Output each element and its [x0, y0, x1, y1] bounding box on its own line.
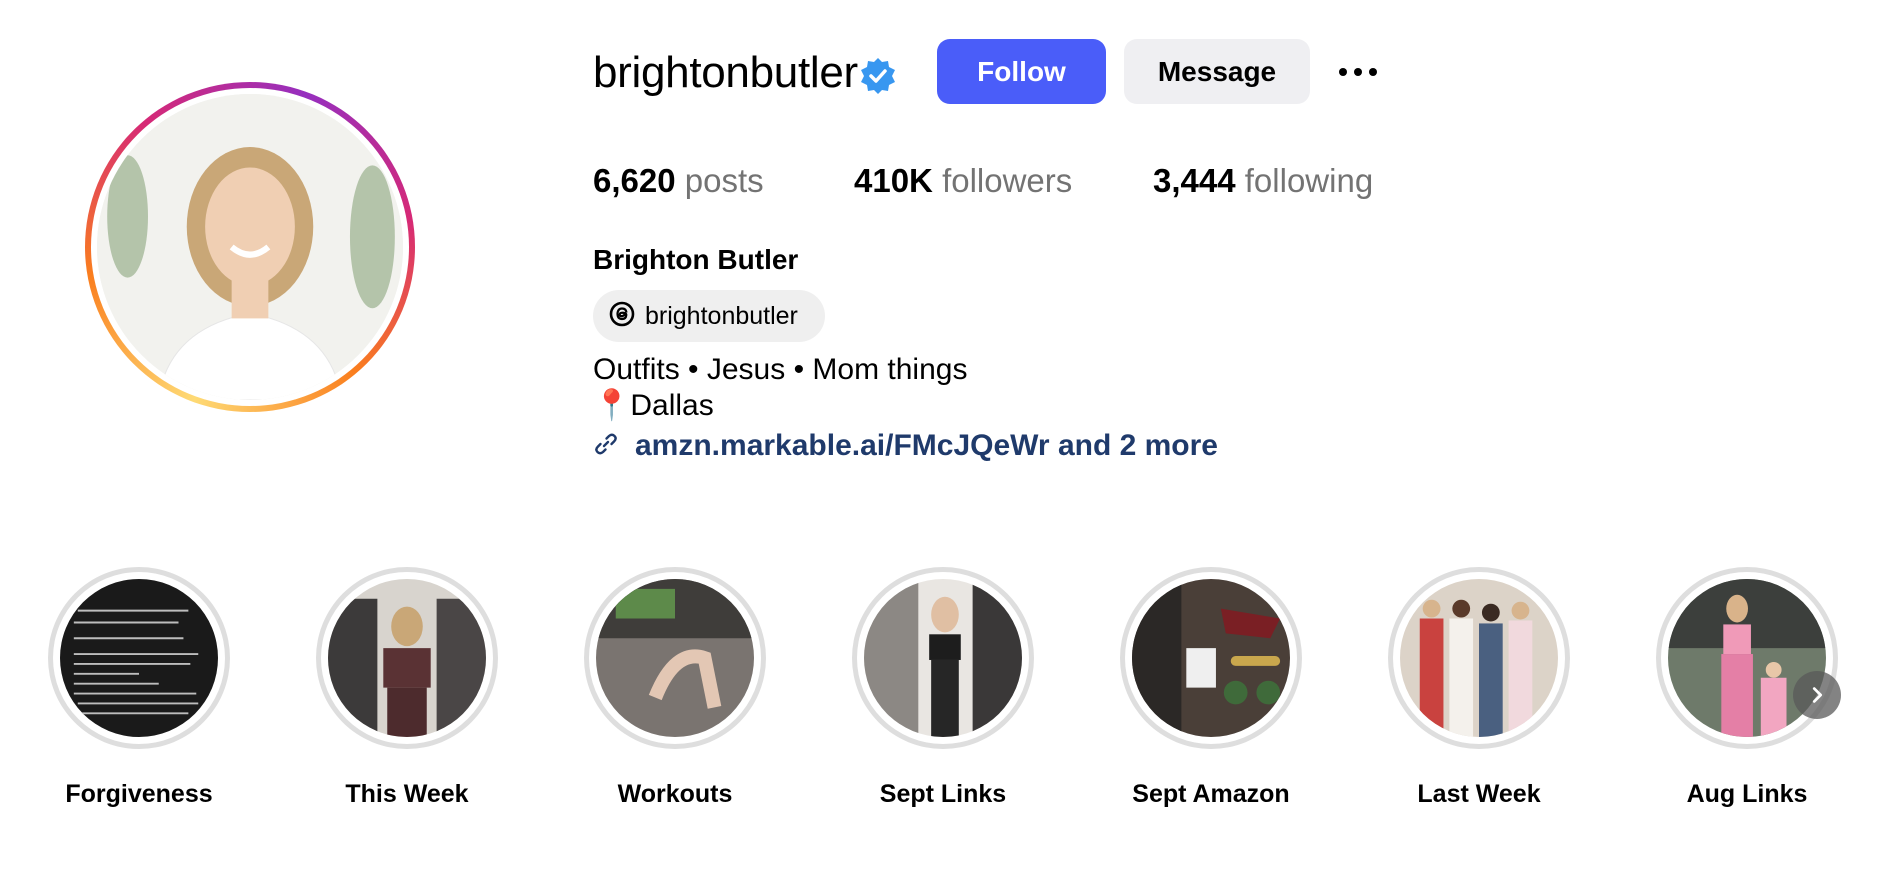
followers-stat[interactable]: 410K followers — [854, 161, 1072, 201]
bio-link[interactable]: amzn.markable.ai/FMcJQeWr and 2 more — [593, 428, 1218, 464]
following-stat[interactable]: 3,444 following — [1153, 161, 1373, 201]
bio-line: Outfits • Jesus • Mom things — [593, 353, 968, 386]
highlight-cover — [864, 579, 1022, 737]
highlight-ring — [48, 567, 230, 749]
highlight-label: Sept Amazon — [1132, 780, 1290, 808]
highlight-cover — [328, 579, 486, 737]
highlight-ring — [316, 567, 498, 749]
highlight-ring — [1120, 567, 1302, 749]
threads-icon — [607, 299, 637, 334]
threads-handle: brightonbutler — [645, 301, 798, 330]
profile-avatar[interactable] — [85, 82, 415, 412]
username: brightonbutler — [593, 48, 858, 97]
highlight-forgiveness[interactable]: Forgiveness — [44, 567, 234, 809]
highlight-ring-gap — [589, 572, 761, 744]
more-options-icon[interactable] — [1330, 52, 1386, 92]
highlight-sept-amazon[interactable]: Sept Amazon — [1116, 567, 1306, 809]
highlight-ring — [1656, 567, 1838, 749]
highlight-sept-links[interactable]: Sept Links — [848, 567, 1038, 809]
highlight-label: Sept Links — [879, 780, 1007, 808]
dot-icon — [1354, 68, 1362, 76]
highlight-ring — [852, 567, 1034, 749]
highlight-last-week[interactable]: Last Week — [1384, 567, 1574, 809]
highlight-label: Forgiveness — [65, 780, 213, 808]
following-label: following — [1244, 162, 1374, 199]
highlight-ring — [584, 567, 766, 749]
highlight-ring-gap — [321, 572, 493, 744]
highlight-cover — [596, 579, 754, 737]
avatar-gap — [91, 88, 409, 406]
following-count: 3,444 — [1153, 162, 1236, 199]
highlight-cover — [1132, 579, 1290, 737]
highlight-ring-gap — [1393, 572, 1565, 744]
highlight-ring-gap — [1125, 572, 1297, 744]
posts-stat: 6,620 posts — [593, 161, 764, 201]
verified-badge-icon — [858, 56, 898, 96]
highlights-next-chevron-right-icon[interactable] — [1793, 671, 1841, 719]
posts-count: 6,620 — [593, 162, 676, 199]
link-icon — [593, 431, 619, 462]
pin-icon: 📍 — [593, 389, 631, 422]
highlight-ring — [1388, 567, 1570, 749]
highlight-label: Last Week — [1417, 780, 1541, 808]
highlight-cover — [1400, 579, 1558, 737]
highlight-ring-gap — [1661, 572, 1833, 744]
bio-location: 📍Dallas — [593, 388, 714, 424]
highlight-label: Workouts — [617, 780, 733, 808]
highlight-ring-gap — [857, 572, 1029, 744]
message-button[interactable]: Message — [1124, 39, 1310, 104]
highlight-cover — [60, 579, 218, 737]
location-text: Dallas — [630, 389, 714, 422]
dot-icon — [1339, 68, 1347, 76]
posts-label: posts — [684, 162, 764, 199]
avatar-photo — [97, 94, 403, 400]
highlight-ring-gap — [53, 572, 225, 744]
followers-count: 410K — [854, 162, 933, 199]
bio-link-text: amzn.markable.ai/FMcJQeWr and 2 more — [635, 429, 1218, 462]
full-name: Brighton Butler — [593, 244, 799, 275]
highlight-label: This Week — [345, 780, 469, 808]
threads-badge[interactable]: brightonbutler — [593, 290, 825, 342]
highlight-label: Aug Links — [1686, 780, 1808, 808]
dot-icon — [1369, 68, 1377, 76]
highlight-workouts[interactable]: Workouts — [580, 567, 770, 809]
highlight-this-week[interactable]: This Week — [312, 567, 502, 809]
followers-label: followers — [942, 162, 1073, 199]
follow-button[interactable]: Follow — [937, 39, 1106, 104]
